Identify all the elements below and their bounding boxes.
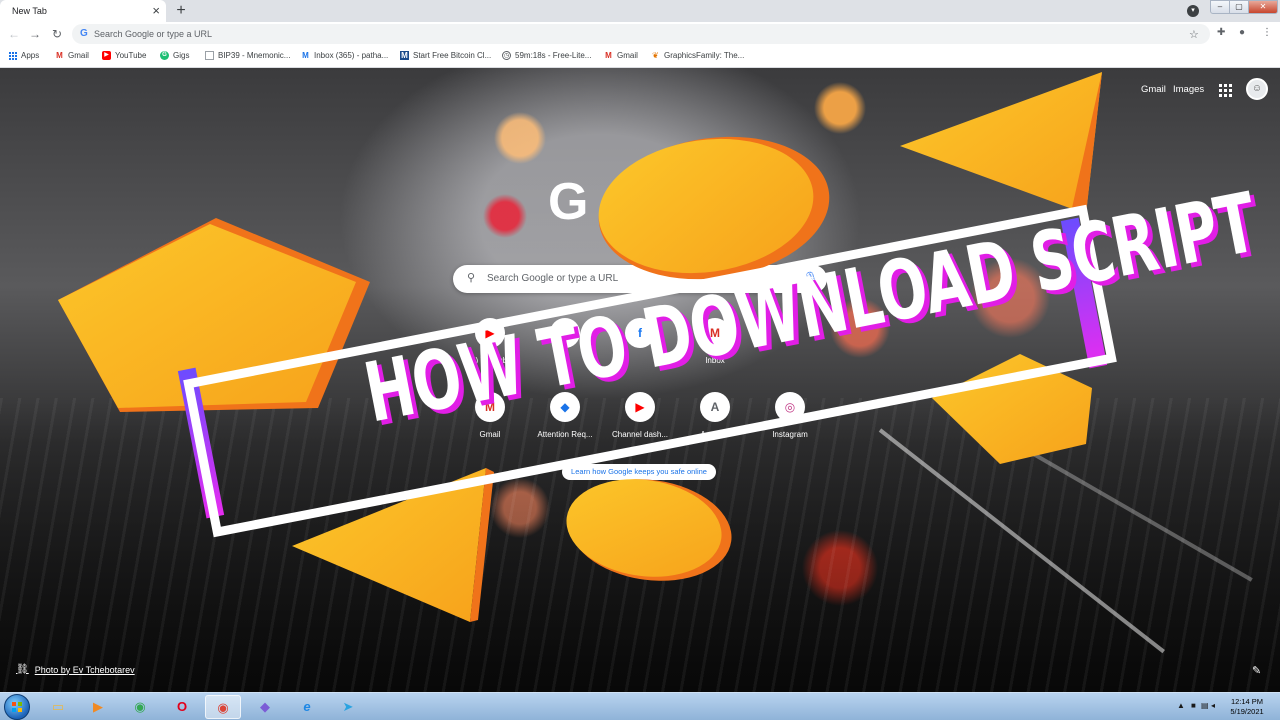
gmail-icon: M — [56, 51, 63, 60]
bookmark-litecoin[interactable]: ◷ 59m:18s - Free-Lite... — [502, 51, 591, 60]
leaf-icon: ❦ — [652, 51, 659, 60]
browser-toolbar: ← → ↻ G Search Google or type a URL ☆ ✚ … — [0, 22, 1280, 46]
bookmark-label: Inbox (365) - patha... — [314, 51, 389, 60]
bookmark-gmail[interactable]: M Gmail — [55, 51, 89, 60]
customize-pencil-icon[interactable]: ✎ — [1252, 664, 1261, 677]
google-g-icon: G — [80, 28, 88, 39]
minimize-button[interactable]: – — [1210, 0, 1230, 14]
profile-icon[interactable]: ● — [1239, 27, 1245, 38]
youtube-icon: ▶ — [102, 51, 111, 60]
new-tab-page: Gmail Images ☺ G ⚲ Search Google or type… — [0, 68, 1280, 692]
bookmark-star-icon[interactable]: ☆ — [1189, 28, 1199, 41]
bookmark-youtube[interactable]: ▶ YouTube — [102, 51, 146, 60]
bookmark-label: Gmail — [68, 51, 89, 60]
back-arrow-icon[interactable]: ← — [6, 26, 22, 42]
clock-date: 5/19/2021 — [1230, 707, 1264, 716]
windows-taskbar: ▭ ▶ ◉ O ◉ ◆ e ➤ ▲ ■ ▤ ◂ 12:14 PM 5/19/20… — [0, 692, 1280, 720]
clock-time: 12:14 PM — [1230, 697, 1264, 706]
orange-triangle-top-right — [900, 72, 1102, 214]
telegram-icon[interactable]: ➤ — [330, 695, 366, 719]
tab-close-icon[interactable]: × — [152, 3, 160, 19]
gigs-icon: G — [160, 51, 169, 60]
bookmark-label: Gigs — [173, 51, 190, 60]
bookmark-gmail-2[interactable]: M Gmail — [604, 51, 638, 60]
tray-app-icon[interactable]: ■ — [1191, 701, 1196, 710]
bookmark-gigs[interactable]: G Gigs — [160, 51, 189, 60]
start-button[interactable] — [4, 694, 30, 720]
bookmark-label: Gmail — [617, 51, 638, 60]
apps-grid-icon — [9, 51, 17, 60]
bookmark-label: Apps — [21, 51, 40, 60]
gmail-icon: M — [605, 51, 612, 60]
photo-credit-text: Photo by Ev Tchebotarev — [34, 664, 135, 675]
bookmark-label: BIP39 - Mnemonic... — [218, 51, 291, 60]
media-player-icon[interactable]: ▶ — [80, 695, 116, 719]
internet-explorer-icon[interactable]: e — [289, 695, 325, 719]
bookmark-bip39[interactable]: BIP39 - Mnemonic... — [205, 51, 290, 60]
clock-icon: ◷ — [502, 51, 511, 60]
volume-icon[interactable]: ◂ — [1211, 701, 1215, 710]
new-tab-button[interactable]: + — [172, 2, 190, 20]
chrome-icon[interactable]: ◉ — [122, 695, 158, 719]
bookmark-graphicsfamily[interactable]: ❦ GraphicsFamily: The... — [651, 51, 744, 60]
app-shield-icon[interactable]: ◆ — [247, 695, 283, 719]
omnibox-placeholder: Search Google or type a URL — [94, 29, 213, 39]
opera-icon[interactable]: O — [164, 695, 200, 719]
mail-icon: M — [302, 51, 309, 60]
omnibox[interactable]: G Search Google or type a URL ☆ — [72, 24, 1210, 44]
file-explorer-icon[interactable]: ▭ — [40, 695, 76, 719]
menu-kebab-icon[interactable]: ⋮ — [1262, 27, 1272, 38]
tray-expand-icon[interactable]: ▲ — [1177, 701, 1185, 710]
network-icon[interactable]: ▤ — [1201, 701, 1209, 710]
chrome-active-icon[interactable]: ◉ — [205, 695, 241, 719]
bookmark-label: GraphicsFamily: The... — [664, 51, 745, 60]
tab-search-icon[interactable]: ▾ — [1187, 5, 1199, 17]
bookmark-apps[interactable]: Apps — [9, 51, 39, 60]
tab-strip: New Tab × + ▾ – ▢ ✕ — [0, 0, 1280, 22]
extensions-puzzle-icon[interactable]: ✚ — [1217, 27, 1225, 38]
windows-logo-icon — [12, 702, 22, 712]
tab-title: New Tab — [12, 6, 47, 16]
forward-arrow-icon[interactable]: → — [27, 26, 43, 42]
bookmark-label: YouTube — [115, 51, 147, 60]
system-clock[interactable]: 12:14 PM 5/19/2021 — [1222, 697, 1272, 717]
maximize-button[interactable]: ▢ — [1229, 0, 1249, 14]
bookmarks-bar: Apps M Gmail ▶ YouTube G Gigs BIP39 - Mn… — [0, 46, 1280, 68]
mail-icon: M — [400, 51, 409, 60]
tab-new-tab[interactable]: New Tab × — [0, 0, 166, 22]
bookmark-label: Start Free Bitcoin Cl... — [413, 51, 492, 60]
close-window-button[interactable]: ✕ — [1248, 0, 1278, 14]
bookmark-bitcoin[interactable]: M Start Free Bitcoin Cl... — [400, 51, 491, 60]
bookmark-label: 59m:18s - Free-Lite... — [515, 51, 592, 60]
bookmark-inbox[interactable]: M Inbox (365) - patha... — [301, 51, 388, 60]
reload-icon[interactable]: ↻ — [49, 26, 65, 42]
link-icon: ⛓ — [16, 664, 29, 675]
photo-credit-link[interactable]: ⛓ Photo by Ev Tchebotarev — [16, 664, 135, 675]
blank-page-icon — [205, 51, 214, 60]
